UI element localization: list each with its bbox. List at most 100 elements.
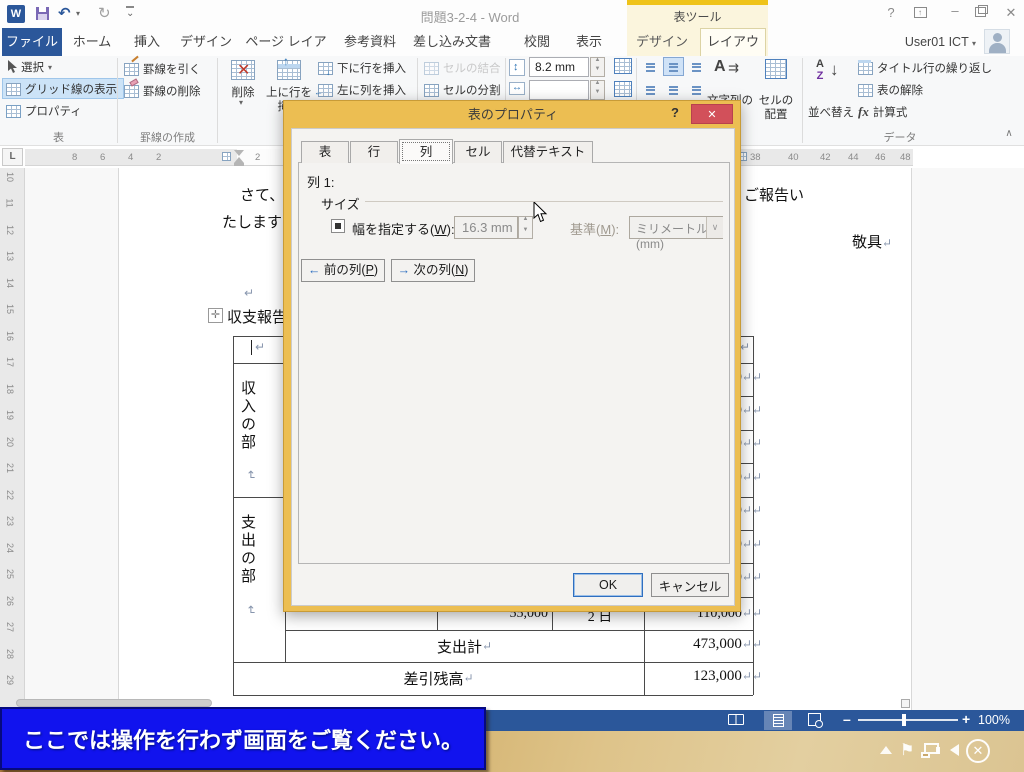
delete-x-icon: ✕ [237, 60, 250, 80]
avatar[interactable] [984, 29, 1010, 54]
convert-to-text-button[interactable]: 表の解除 [858, 82, 923, 98]
print-layout-icon[interactable] [764, 711, 792, 730]
collapse-ribbon-icon[interactable]: ∧ [1000, 128, 1018, 139]
select-button[interactable]: 選択▾ [6, 59, 52, 75]
delete-button[interactable]: ✕ 削除 ▾ [224, 58, 262, 130]
insert-below-label: 下に行を挿入 [337, 60, 406, 76]
help-icon[interactable]: ? [880, 5, 902, 20]
tab-review[interactable]: 校閲 [514, 28, 560, 56]
ribbon-display-icon[interactable]: ↑ [914, 7, 927, 18]
eraser-button[interactable]: 罫線の削除 [124, 83, 201, 99]
zoom-slider-thumb[interactable] [902, 714, 906, 726]
next-label-post: ) [464, 263, 468, 277]
width-checkbox-label[interactable]: 幅を指定する(W): [352, 219, 455, 238]
align-center-left-icon[interactable] [640, 80, 661, 99]
col-width-spinner[interactable]: ▲▼ [590, 80, 605, 100]
tab-file[interactable]: ファイル [2, 28, 62, 56]
align-top-left-icon[interactable] [640, 57, 661, 76]
ruler-corner[interactable]: L [2, 148, 23, 166]
next-column-button[interactable]: → 次の列(N) [391, 259, 475, 282]
tab-table-design[interactable]: デザイン [630, 28, 694, 56]
width-checkbox[interactable] [331, 219, 345, 233]
spinner-down-icon[interactable]: ▼ [591, 67, 604, 76]
cell-margins-button[interactable]: セルの 配置 [754, 56, 798, 130]
save-icon[interactable] [36, 7, 49, 20]
table-column-marker-icon[interactable] [222, 152, 231, 161]
flag-icon[interactable]: ⚑ [900, 740, 914, 760]
merge-cells-button[interactable]: セルの結合 [424, 60, 501, 76]
row-height-spinner[interactable]: ▲▼ [590, 57, 605, 77]
page-resize-handle[interactable] [901, 699, 910, 708]
cancel-button[interactable]: キャンセル [651, 573, 729, 597]
tab-design[interactable]: デザイン [176, 28, 236, 56]
insert-left-button[interactable]: ← 左に列を挿入 [318, 82, 406, 98]
dialog-help-icon[interactable]: ? [664, 105, 686, 125]
tab-insert[interactable]: 挿入 [124, 28, 170, 56]
subtotal-label-cell: 支出計↵ [285, 634, 644, 658]
cell-end-mark: ↵ [740, 340, 750, 354]
horizontal-scrollbar[interactable] [16, 699, 212, 707]
row-height-input[interactable]: 8.2 mm [529, 57, 589, 77]
sort-arrow-icon: ↓ [830, 60, 839, 80]
width-input[interactable]: 16.3 mm [454, 216, 518, 239]
align-center-right-icon[interactable] [686, 80, 707, 99]
table-border [285, 630, 753, 631]
close-icon[interactable]: ✕ [1000, 5, 1022, 21]
left-indent-icon[interactable] [234, 163, 244, 166]
table-move-handle-icon[interactable]: ✛ [208, 308, 223, 323]
quick-access-dropdown-icon[interactable]: ⌄ [126, 6, 134, 20]
restore-icon[interactable] [975, 7, 986, 17]
undo-icon[interactable]: ↶ [58, 4, 71, 22]
spinner-down-icon[interactable]: ▼ [519, 228, 532, 239]
user-name[interactable]: User01 ICT ▾ [860, 35, 976, 49]
col-width-input[interactable] [529, 80, 589, 100]
table-border [233, 662, 753, 663]
volume-icon[interactable] [950, 744, 959, 756]
align-top-right-icon[interactable] [686, 57, 707, 76]
sort-button[interactable]: AZ ↓ 並べ替え [808, 56, 854, 130]
tab-home[interactable]: ホーム [66, 28, 118, 56]
undo-dropdown-icon[interactable]: ▾ [76, 9, 80, 18]
web-layout-icon[interactable] [808, 713, 821, 726]
split-cells-button[interactable]: セルの分割 [424, 82, 501, 98]
dialog-close-icon[interactable]: ✕ [691, 104, 733, 124]
measure-label: 基準(M): [570, 219, 619, 238]
view-gridlines-inner[interactable]: グリッド線の表示 [6, 81, 117, 97]
minimize-icon[interactable]: – [944, 3, 966, 18]
spinner-up-icon[interactable]: ▲ [519, 217, 532, 228]
insert-below-button[interactable]: ↓ 下に行を挿入 [318, 60, 406, 76]
distribute-columns-icon[interactable] [614, 81, 632, 97]
tab-mailings[interactable]: 差し込み文書 [408, 28, 496, 56]
cell-end-mark: ↵↵ [742, 669, 762, 683]
distribute-rows-icon[interactable] [614, 58, 632, 74]
dialog-tab-alt-text[interactable]: 代替テキスト [503, 141, 593, 163]
dialog-tab-row[interactable]: 行 [350, 141, 398, 163]
previous-column-button[interactable]: ← 前の列(P) [301, 259, 385, 282]
dialog-tab-table[interactable]: 表 [301, 141, 349, 163]
properties-button[interactable]: プロパティ [6, 103, 82, 119]
align-top-center-icon[interactable] [663, 57, 684, 76]
repeat-header-button[interactable]: タイトル行の繰り返し [858, 60, 992, 76]
tab-view[interactable]: 表示 [566, 28, 612, 56]
zo om-level[interactable]: 100% [978, 713, 1010, 727]
zoom-slider-track[interactable] [858, 719, 958, 721]
measure-dropdown[interactable]: ミリメートル (mm) ∨ [629, 216, 723, 239]
formula-button[interactable]: fx 計算式 [858, 104, 907, 120]
zoom-out-icon[interactable]: – [843, 711, 851, 727]
zoom-in-icon[interactable]: + [962, 711, 970, 727]
close-overlay-icon[interactable]: ✕ [966, 739, 990, 763]
first-line-indent-icon[interactable] [234, 150, 244, 156]
vertical-ruler[interactable] [0, 168, 25, 710]
dialog-tab-cell[interactable]: セル [454, 141, 502, 163]
ok-button[interactable]: OK [573, 573, 643, 597]
tray-expand-icon[interactable] [880, 746, 892, 754]
read-mode-icon[interactable] [728, 714, 744, 725]
redo-icon[interactable]: ↻ [98, 4, 111, 22]
draw-table-button[interactable]: 罫線を引く [124, 61, 201, 77]
subtotal-label: 支出計 [437, 636, 482, 657]
align-center-icon[interactable] [663, 80, 684, 99]
spinner-down-icon[interactable]: ▼ [591, 90, 604, 99]
dialog-tab-column[interactable]: 列 [399, 139, 453, 164]
width-spinner[interactable]: ▲▼ [518, 216, 533, 239]
tab-references[interactable]: 参考資料 [338, 28, 402, 56]
